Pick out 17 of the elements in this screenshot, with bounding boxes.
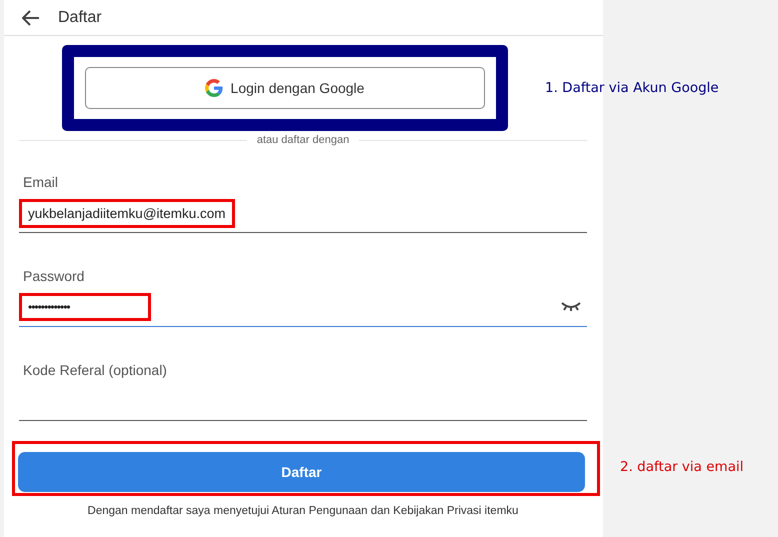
email-value: yukbelanjadiitemku@itemku.com xyxy=(19,198,235,228)
google-icon xyxy=(204,79,223,97)
field-label: Email xyxy=(23,174,60,190)
annotation-note: 1. Daftar via Akun Google xyxy=(545,80,719,96)
page-title: Daftar xyxy=(58,8,102,26)
field-label: Password xyxy=(23,268,86,284)
closed-eye-icon[interactable] xyxy=(561,302,581,312)
register-button[interactable]: Daftar xyxy=(18,452,585,492)
google-login-button[interactable]: Login dengan Google xyxy=(84,67,484,109)
password-value: ••••••••••••• xyxy=(19,293,151,321)
input-field[interactable]: ••••••••••••• xyxy=(19,288,587,327)
back-arrow-icon[interactable] xyxy=(22,10,40,26)
annotation-note: 2. daftar via email xyxy=(620,459,744,475)
terms-text: Dengan mendaftar saya menyetujui Aturan Pengunaan dan Kebijakan Privasi itemku xyxy=(86,505,520,517)
field-label: Kode Referal (optional) xyxy=(23,362,168,378)
divider-text: atau daftar dengan xyxy=(256,134,350,146)
input-field[interactable]: yukbelanjadiitemku@itemku.com xyxy=(19,194,587,233)
